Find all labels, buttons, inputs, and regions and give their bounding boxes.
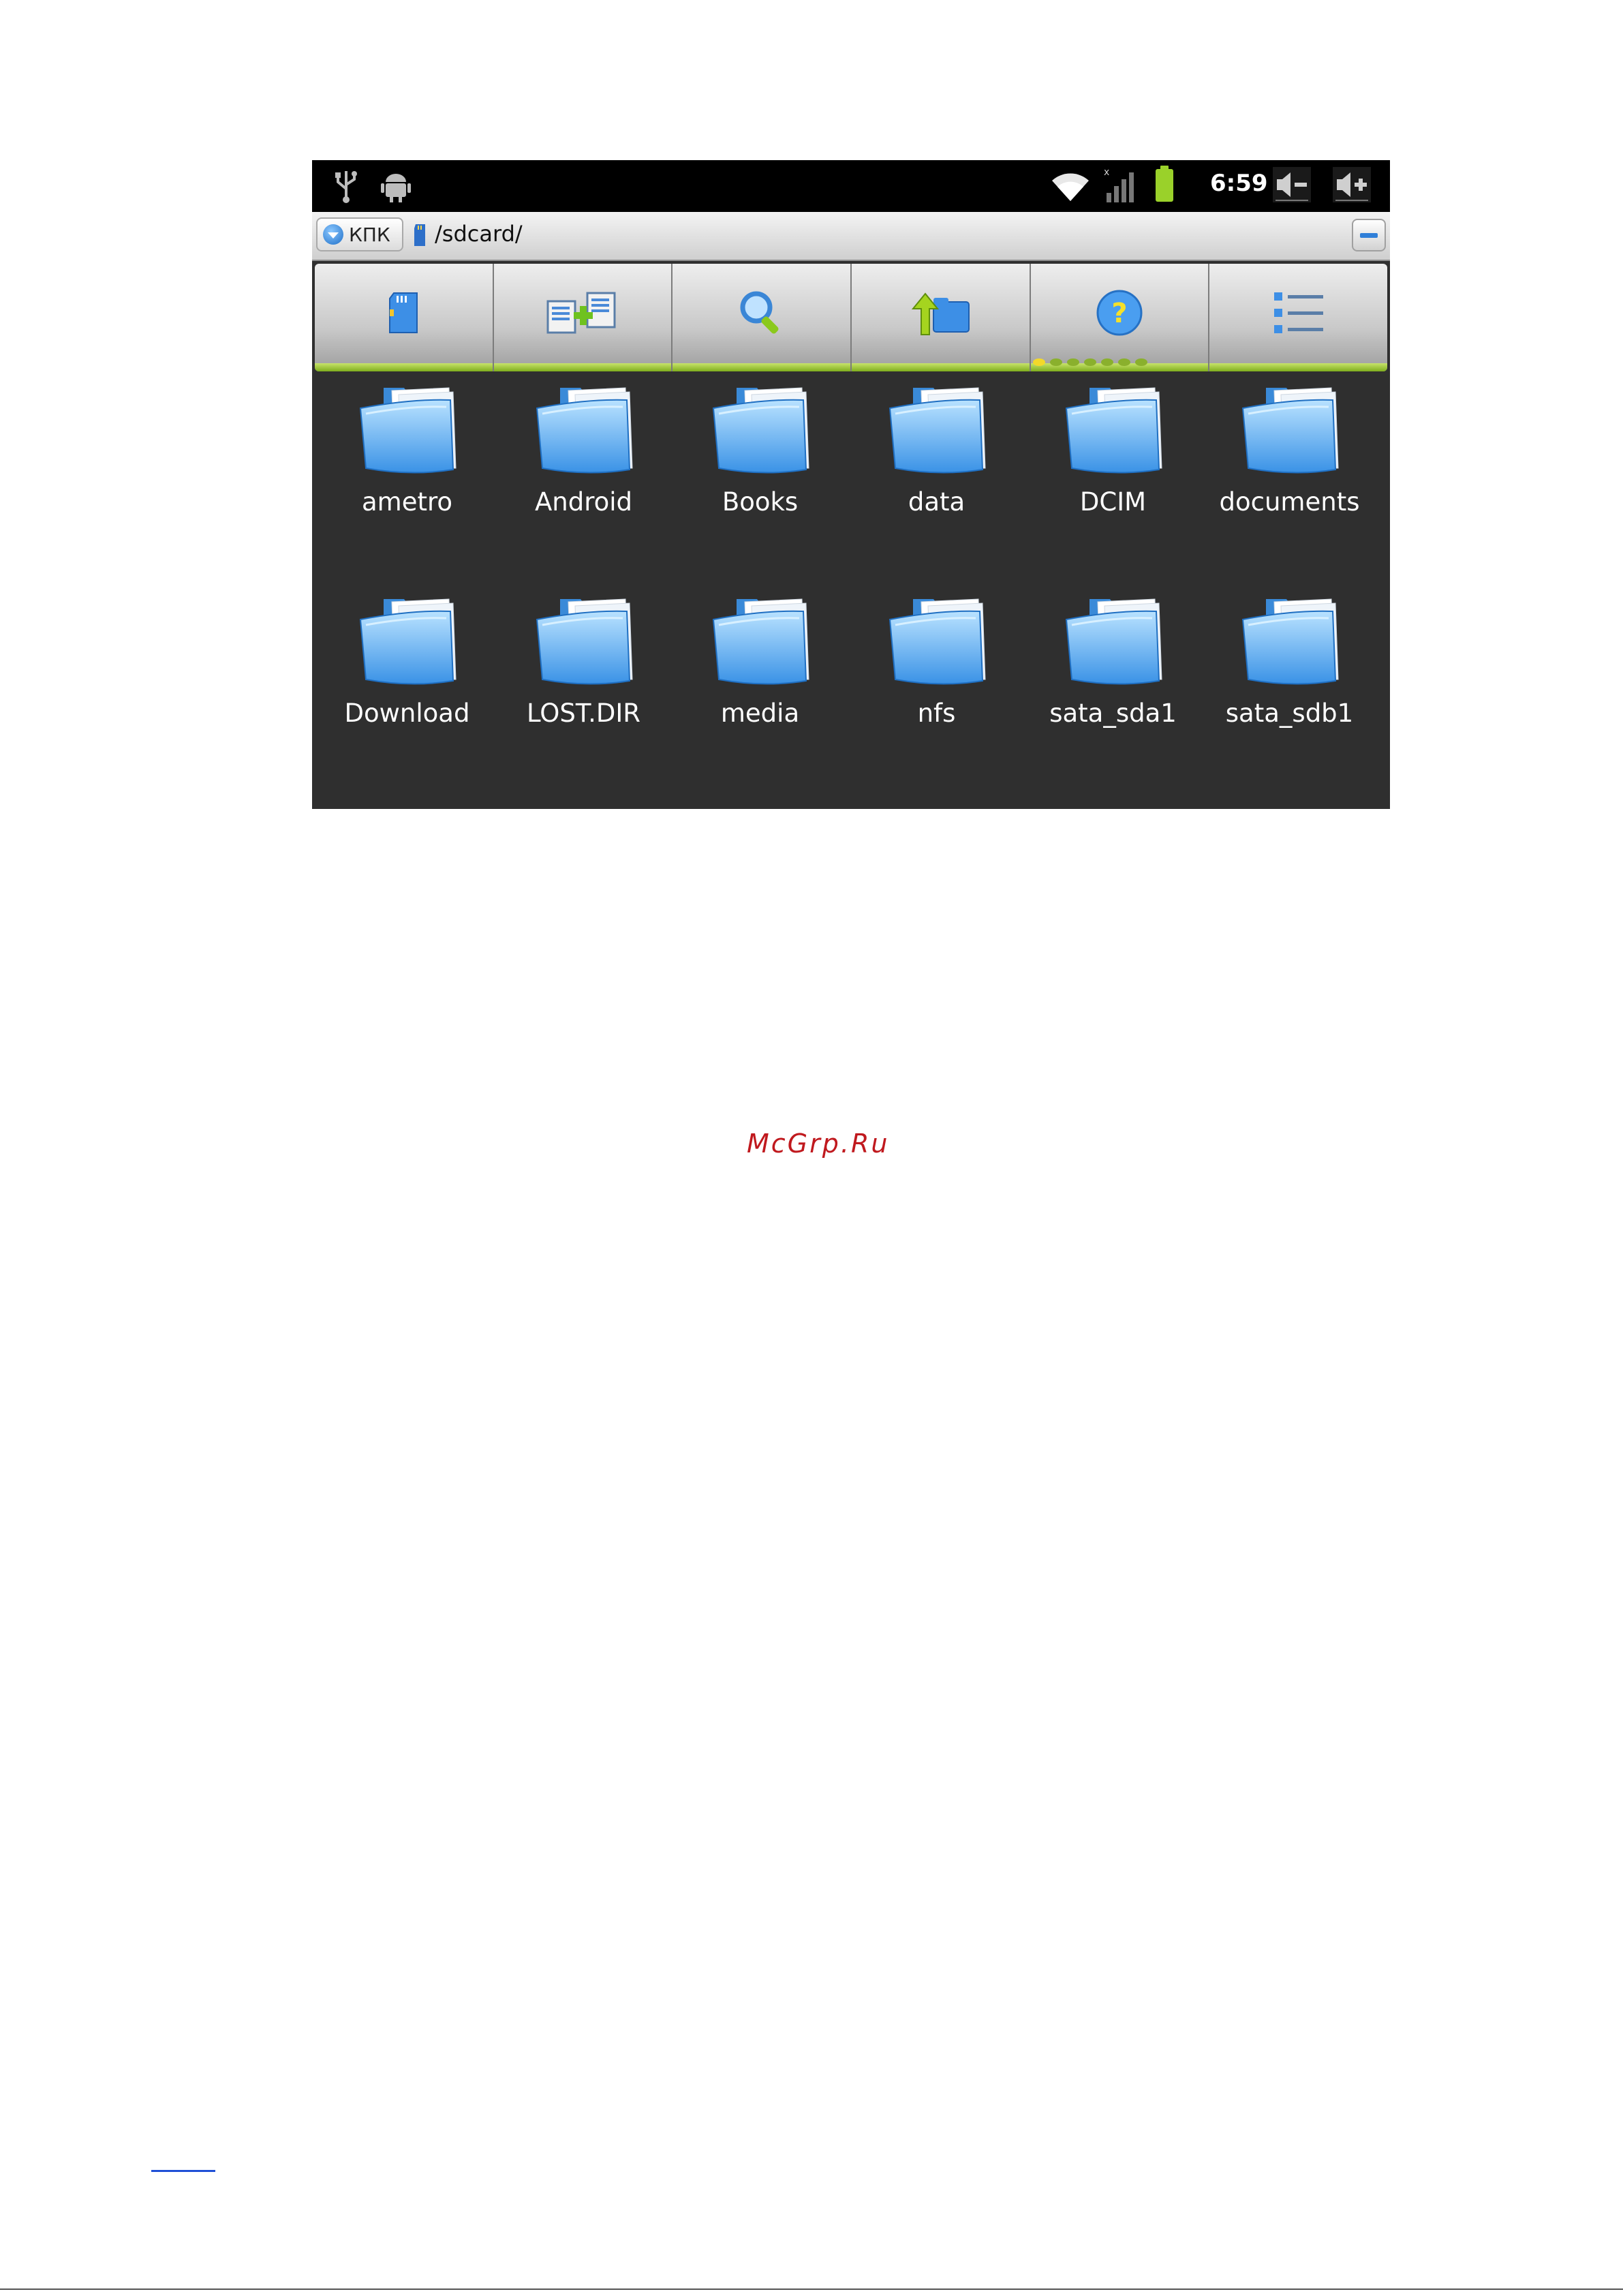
usb-icon — [335, 171, 357, 203]
file-name: data — [908, 487, 965, 517]
file-name: nfs — [917, 699, 956, 728]
folder-icon — [536, 387, 633, 474]
copy-files-icon — [546, 292, 616, 334]
folder-item[interactable]: ametro — [319, 378, 495, 590]
android-debug-icon — [381, 174, 411, 202]
folder-icon — [888, 598, 986, 685]
storage-label: КПК — [349, 223, 390, 246]
signal-icon: x — [1104, 167, 1134, 202]
page-indicator — [1033, 358, 1147, 366]
sd-card-path-icon — [414, 224, 425, 246]
folder-item[interactable]: sata_sda1 — [1025, 590, 1201, 801]
clock: 6:59 — [1210, 170, 1268, 197]
file-name: sata_sda1 — [1049, 699, 1177, 728]
folder-icon — [1065, 598, 1162, 685]
page-dot — [1050, 358, 1062, 366]
file-name: media — [720, 699, 800, 728]
folder-icon — [359, 598, 457, 685]
svg-text:?: ? — [1111, 298, 1127, 329]
folder-item[interactable]: Android — [495, 378, 672, 590]
page-dot — [1118, 358, 1130, 366]
list-view-button[interactable] — [1209, 264, 1387, 371]
folder-item[interactable]: data — [848, 378, 1025, 590]
device-screen: x 6:59 КПК /sdcard/ ? ametro Android Boo… — [312, 160, 1390, 809]
watermark: McGrp.Ru — [747, 1129, 890, 1159]
folder-icon — [1241, 387, 1339, 474]
toolbar: ? — [315, 264, 1387, 371]
wifi-icon — [1052, 173, 1089, 201]
bottom-rule — [0, 2289, 1623, 2290]
search-icon — [740, 291, 779, 334]
list-view-icon — [1273, 292, 1323, 333]
help-button[interactable]: ? — [1030, 264, 1210, 371]
file-name: ametro — [361, 487, 453, 517]
file-name: documents — [1219, 487, 1360, 517]
page-dot — [1101, 358, 1113, 366]
folder-item[interactable]: DCIM — [1025, 378, 1201, 590]
folder-icon — [536, 598, 633, 685]
copy-files-button[interactable] — [493, 264, 673, 371]
file-name: sata_sdb1 — [1225, 699, 1354, 728]
file-grid: ametro Android Books data DCIM documents… — [312, 378, 1390, 801]
file-name: LOST.DIR — [527, 699, 640, 728]
file-name: Books — [722, 487, 799, 517]
up-folder-button[interactable] — [852, 264, 1031, 371]
collapse-button[interactable] — [1352, 219, 1386, 251]
search-button[interactable] — [673, 264, 852, 371]
folder-item[interactable]: documents — [1201, 378, 1378, 590]
folder-item[interactable]: media — [672, 590, 848, 801]
file-name: DCIM — [1079, 487, 1147, 517]
folder-item[interactable]: nfs — [848, 590, 1025, 801]
sd-card-icon — [389, 292, 418, 333]
volume-down-icon[interactable] — [1273, 167, 1311, 202]
current-path: /sdcard/ — [435, 221, 523, 247]
dropdown-arrow-icon — [323, 224, 343, 245]
status-bar: x 6:59 — [312, 160, 1390, 212]
sd-card-button[interactable] — [315, 264, 494, 371]
folder-icon — [888, 387, 986, 474]
folder-item[interactable]: LOST.DIR — [495, 590, 672, 801]
svg-text:x: x — [1104, 167, 1109, 178]
page-dot — [1084, 358, 1096, 366]
folder-icon — [712, 598, 809, 685]
file-name: Android — [534, 487, 633, 517]
page-dot — [1067, 358, 1079, 366]
file-name: Download — [344, 699, 470, 728]
folder-icon — [712, 387, 809, 474]
path-bar: КПК /sdcard/ — [312, 212, 1390, 261]
footer-link[interactable] — [151, 2170, 215, 2172]
folder-icon — [1241, 598, 1339, 685]
minus-icon — [1360, 232, 1378, 238]
help-icon: ? — [1096, 290, 1143, 336]
volume-up-icon[interactable] — [1333, 167, 1371, 202]
folder-icon — [1065, 387, 1162, 474]
folder-item[interactable]: Download — [319, 590, 495, 801]
up-folder-icon — [912, 292, 970, 335]
folder-item[interactable]: Books — [672, 378, 848, 590]
storage-selector-button[interactable]: КПК — [316, 217, 403, 251]
page-dot — [1033, 358, 1045, 366]
battery-icon — [1156, 166, 1173, 202]
folder-icon — [359, 387, 457, 474]
page-dot — [1135, 358, 1147, 366]
folder-item[interactable]: sata_sdb1 — [1201, 590, 1378, 801]
